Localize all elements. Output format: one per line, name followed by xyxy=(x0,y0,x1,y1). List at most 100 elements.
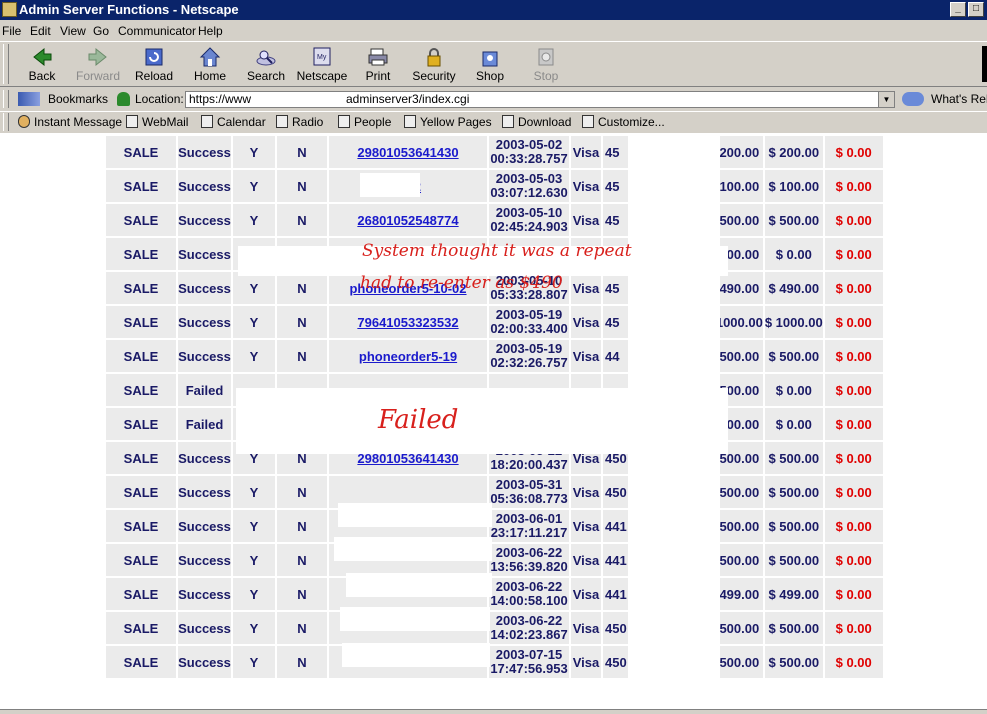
menu-communicator[interactable]: Communicator xyxy=(118,22,196,40)
location-grip[interactable] xyxy=(3,90,9,108)
transaction-type-cell: SALE xyxy=(106,442,176,474)
transaction-type-cell: SALE xyxy=(106,238,176,270)
yellow-pages-link[interactable]: Yellow Pages xyxy=(404,113,492,131)
transaction-type: SALE xyxy=(123,518,159,534)
maximize-button[interactable]: □ xyxy=(968,2,984,17)
transaction-status-cell: Failed xyxy=(178,374,231,406)
whats-related-button[interactable]: What's Related xyxy=(902,88,987,110)
transaction-status: Failed xyxy=(185,416,224,432)
download-link[interactable]: Download xyxy=(502,113,571,131)
order-link[interactable]: 26801052548774 xyxy=(357,213,458,228)
print-button[interactable]: Print xyxy=(350,44,406,84)
shop-button[interactable]: Shop xyxy=(462,44,518,84)
transaction-status-cell: Success xyxy=(178,544,231,576)
card-number-prefix: 45 xyxy=(605,281,620,296)
credit-amount: $ 0.00 xyxy=(835,586,872,602)
menu-help[interactable]: Help xyxy=(198,22,223,40)
url-dropdown-arrow-icon[interactable]: ▼ xyxy=(878,92,894,107)
redaction-order xyxy=(342,643,490,667)
avs-result: Y xyxy=(249,518,259,534)
menu-file[interactable]: File xyxy=(2,22,21,40)
order-link[interactable]: phoneorder5-19 xyxy=(359,349,457,364)
credit-amount-cell: $ 0.00 xyxy=(824,442,883,474)
forward-button[interactable]: Forward xyxy=(70,44,126,84)
radio-link[interactable]: Radio xyxy=(276,113,323,131)
credit-amount-cell: $ 0.00 xyxy=(824,510,883,542)
card-type: Visa xyxy=(572,484,600,500)
card-number-prefix: 45 xyxy=(605,315,620,330)
credit-amount: $ 0.00 xyxy=(835,212,872,228)
credit-amount: $ 0.00 xyxy=(835,552,872,568)
transaction-status-cell: Success xyxy=(178,442,231,474)
transaction-status: Success xyxy=(178,280,231,296)
people-link[interactable]: People xyxy=(338,113,391,131)
order-link[interactable]: 79641053323532 xyxy=(357,315,458,330)
settled-amount: $ 500.00 xyxy=(768,518,820,534)
calendar-link[interactable]: Calendar xyxy=(201,113,266,131)
transaction-datetime-cell: 2003-07-15 17:47:56.953 xyxy=(489,646,569,678)
table-row: SALE Success Y N 2003-06-22 13:56:39.820 Visa 4… xyxy=(106,544,883,576)
cvv-result-cell: N xyxy=(277,510,327,542)
page-proxy-icon[interactable] xyxy=(117,92,130,106)
card-type-cell: Visa xyxy=(571,272,601,304)
home-button[interactable]: Home xyxy=(182,44,238,84)
avs-result-cell: Y xyxy=(233,340,275,372)
transaction-status: Success xyxy=(178,450,231,466)
reload-button[interactable]: Reload xyxy=(126,44,182,84)
toolbar-grip[interactable] xyxy=(3,44,9,84)
transaction-status: Failed xyxy=(185,382,224,398)
menu-view[interactable]: View xyxy=(60,22,86,40)
search-button[interactable]: Search xyxy=(238,44,294,84)
transaction-type: SALE xyxy=(123,280,159,296)
transaction-datetime-cell: 2003-05-31 05:36:08.773 xyxy=(489,476,569,508)
credit-amount: $ 0.00 xyxy=(835,484,872,500)
radio-label: Radio xyxy=(292,115,324,129)
transaction-status: Success xyxy=(178,518,231,534)
shop-label: Shop xyxy=(475,69,505,83)
settled-amount: $ 0.00 xyxy=(775,246,812,262)
transaction-type-cell: SALE xyxy=(106,408,176,440)
credit-amount-cell: $ 0.00 xyxy=(824,204,883,236)
stop-button[interactable]: Stop xyxy=(518,44,574,84)
svg-text:My: My xyxy=(317,54,327,61)
reload-icon xyxy=(145,48,163,66)
netscape-window-icon[interactable] xyxy=(2,2,17,17)
credit-amount: $ 0.00 xyxy=(835,246,872,262)
shop-bag-icon xyxy=(482,51,498,67)
card-type-cell: Visa xyxy=(571,510,601,542)
avs-result-cell: Y xyxy=(233,646,275,678)
cvv-result-cell: N xyxy=(277,476,327,508)
transaction-date: 2003-07-15 xyxy=(495,647,563,662)
transaction-datetime-cell: 2003-06-22 14:02:23.867 xyxy=(489,612,569,644)
webmail-link[interactable]: WebMail xyxy=(126,113,188,131)
credit-amount-cell: $ 0.00 xyxy=(824,272,883,304)
instant-message-link[interactable]: Instant Message xyxy=(18,113,122,131)
url-input[interactable]: https://www adminserver3/index.cgi ▼ xyxy=(185,91,895,108)
transaction-datetime-cell: 2003-06-22 13:56:39.820 xyxy=(489,544,569,576)
back-button[interactable]: Back xyxy=(14,44,70,84)
transaction-status-cell: Success xyxy=(178,306,231,338)
card-number-prefix: 450 xyxy=(605,485,627,500)
minimize-button[interactable]: _ xyxy=(950,2,966,17)
customize-link[interactable]: Customize... xyxy=(582,113,665,131)
transaction-type: SALE xyxy=(123,450,159,466)
settled-amount: $ 1000.00 xyxy=(764,314,823,330)
redaction-order xyxy=(346,573,492,597)
menu-go[interactable]: Go xyxy=(93,22,109,40)
netscape-button[interactable]: My Netscape xyxy=(294,44,350,84)
security-button[interactable]: Security xyxy=(406,44,462,84)
credit-amount: $ 0.00 xyxy=(835,620,872,636)
cvv-result: N xyxy=(297,586,307,602)
personal-grip[interactable] xyxy=(3,113,9,131)
transaction-type: SALE xyxy=(123,620,159,636)
order-link[interactable]: 29801053641430 xyxy=(357,145,458,160)
search-label: Search xyxy=(246,69,286,83)
menu-edit[interactable]: Edit xyxy=(30,22,51,40)
card-type: Visa xyxy=(572,314,600,330)
cvv-result-cell: N xyxy=(277,136,327,168)
transaction-date: 2003-06-22 xyxy=(495,545,563,560)
transaction-datetime-cell: 2003-05-02 00:33:28.757 xyxy=(489,136,569,168)
card-number-prefix: 45 xyxy=(605,213,620,228)
transaction-date: 2003-06-22 xyxy=(495,613,563,628)
bookmarks-button[interactable]: Bookmarks xyxy=(18,88,108,110)
